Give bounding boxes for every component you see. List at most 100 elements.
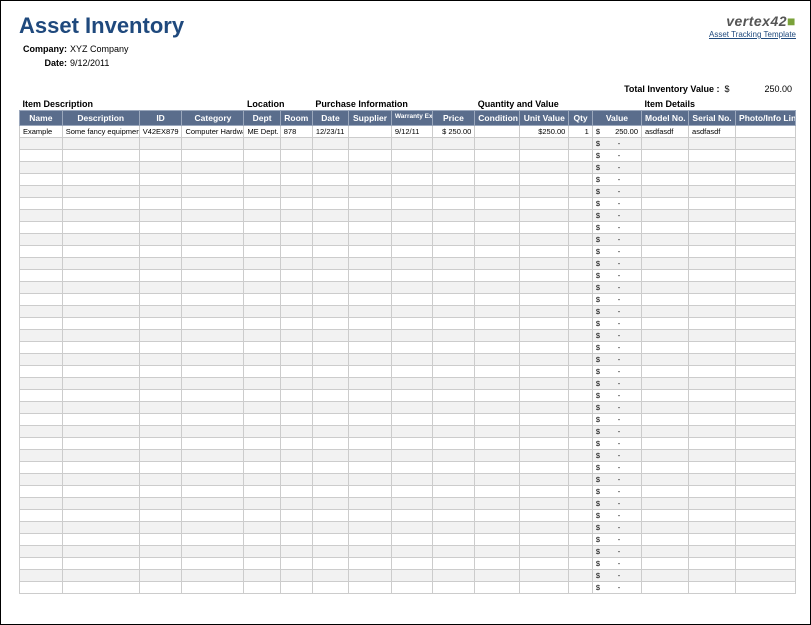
cell-supplier[interactable] bbox=[349, 533, 392, 545]
cell-supplier[interactable] bbox=[349, 209, 392, 221]
cell-price[interactable] bbox=[432, 317, 475, 329]
cell-name[interactable] bbox=[20, 149, 63, 161]
cell-price[interactable] bbox=[432, 209, 475, 221]
cell-warranty[interactable] bbox=[391, 281, 432, 293]
cell-price[interactable] bbox=[432, 353, 475, 365]
cell-condition[interactable] bbox=[475, 509, 520, 521]
cell-qty[interactable] bbox=[569, 281, 593, 293]
cell-value[interactable]: $- bbox=[592, 425, 641, 437]
cell-warranty[interactable] bbox=[391, 245, 432, 257]
cell-date[interactable] bbox=[312, 341, 348, 353]
table-row[interactable]: $- bbox=[20, 317, 796, 329]
cell-category[interactable] bbox=[182, 485, 244, 497]
cell-supplier[interactable] bbox=[349, 365, 392, 377]
cell-warranty[interactable] bbox=[391, 509, 432, 521]
table-row[interactable]: $- bbox=[20, 365, 796, 377]
cell-serial[interactable] bbox=[689, 557, 736, 569]
cell-serial[interactable] bbox=[689, 317, 736, 329]
cell-warranty[interactable] bbox=[391, 521, 432, 533]
cell-warranty[interactable] bbox=[391, 449, 432, 461]
cell-dept[interactable] bbox=[244, 353, 280, 365]
table-row[interactable]: $- bbox=[20, 473, 796, 485]
cell-price[interactable] bbox=[432, 485, 475, 497]
cell-model[interactable] bbox=[642, 197, 689, 209]
cell-unit_value[interactable] bbox=[520, 545, 569, 557]
cell-serial[interactable] bbox=[689, 185, 736, 197]
cell-serial[interactable] bbox=[689, 485, 736, 497]
cell-name[interactable] bbox=[20, 389, 63, 401]
cell-description[interactable] bbox=[62, 209, 139, 221]
cell-unit_value[interactable] bbox=[520, 281, 569, 293]
cell-date[interactable] bbox=[312, 377, 348, 389]
cell-warranty[interactable] bbox=[391, 197, 432, 209]
cell-category[interactable] bbox=[182, 497, 244, 509]
cell-description[interactable] bbox=[62, 557, 139, 569]
cell-name[interactable] bbox=[20, 353, 63, 365]
cell-link[interactable] bbox=[736, 269, 796, 281]
cell-warranty[interactable] bbox=[391, 233, 432, 245]
cell-description[interactable] bbox=[62, 365, 139, 377]
cell-description[interactable] bbox=[62, 377, 139, 389]
table-row[interactable]: $- bbox=[20, 281, 796, 293]
cell-category[interactable]: Computer Hardware bbox=[182, 125, 244, 137]
cell-qty[interactable] bbox=[569, 533, 593, 545]
cell-description[interactable] bbox=[62, 569, 139, 581]
cell-unit_value[interactable] bbox=[520, 569, 569, 581]
cell-condition[interactable] bbox=[475, 281, 520, 293]
cell-model[interactable] bbox=[642, 533, 689, 545]
cell-room[interactable] bbox=[280, 257, 312, 269]
cell-link[interactable] bbox=[736, 509, 796, 521]
cell-unit_value[interactable] bbox=[520, 365, 569, 377]
cell-date[interactable] bbox=[312, 485, 348, 497]
cell-description[interactable] bbox=[62, 473, 139, 485]
cell-serial[interactable] bbox=[689, 509, 736, 521]
cell-description[interactable] bbox=[62, 269, 139, 281]
cell-warranty[interactable] bbox=[391, 437, 432, 449]
cell-model[interactable] bbox=[642, 425, 689, 437]
cell-description[interactable] bbox=[62, 437, 139, 449]
cell-unit_value[interactable] bbox=[520, 581, 569, 593]
cell-name[interactable] bbox=[20, 305, 63, 317]
cell-condition[interactable] bbox=[475, 341, 520, 353]
cell-id[interactable] bbox=[139, 401, 182, 413]
cell-dept[interactable] bbox=[244, 485, 280, 497]
cell-link[interactable] bbox=[736, 149, 796, 161]
cell-qty[interactable] bbox=[569, 509, 593, 521]
cell-category[interactable] bbox=[182, 449, 244, 461]
table-row[interactable]: $- bbox=[20, 353, 796, 365]
cell-qty[interactable] bbox=[569, 365, 593, 377]
cell-model[interactable] bbox=[642, 161, 689, 173]
cell-id[interactable] bbox=[139, 149, 182, 161]
cell-qty[interactable] bbox=[569, 317, 593, 329]
cell-model[interactable] bbox=[642, 209, 689, 221]
cell-description[interactable] bbox=[62, 389, 139, 401]
cell-date[interactable] bbox=[312, 509, 348, 521]
cell-dept[interactable] bbox=[244, 221, 280, 233]
cell-link[interactable] bbox=[736, 497, 796, 509]
cell-date[interactable] bbox=[312, 293, 348, 305]
cell-room[interactable] bbox=[280, 341, 312, 353]
cell-supplier[interactable] bbox=[349, 305, 392, 317]
cell-dept[interactable] bbox=[244, 233, 280, 245]
table-row[interactable]: $- bbox=[20, 209, 796, 221]
cell-date[interactable] bbox=[312, 353, 348, 365]
cell-condition[interactable] bbox=[475, 413, 520, 425]
cell-warranty[interactable]: 9/12/11 bbox=[391, 125, 432, 137]
cell-description[interactable] bbox=[62, 245, 139, 257]
cell-link[interactable] bbox=[736, 473, 796, 485]
cell-date[interactable] bbox=[312, 413, 348, 425]
cell-supplier[interactable] bbox=[349, 281, 392, 293]
cell-model[interactable] bbox=[642, 185, 689, 197]
cell-model[interactable] bbox=[642, 137, 689, 149]
cell-id[interactable] bbox=[139, 377, 182, 389]
cell-name[interactable] bbox=[20, 521, 63, 533]
cell-condition[interactable] bbox=[475, 125, 520, 137]
cell-name[interactable] bbox=[20, 281, 63, 293]
cell-condition[interactable] bbox=[475, 197, 520, 209]
cell-serial[interactable] bbox=[689, 257, 736, 269]
cell-price[interactable] bbox=[432, 245, 475, 257]
cell-category[interactable] bbox=[182, 305, 244, 317]
cell-link[interactable] bbox=[736, 221, 796, 233]
cell-description[interactable] bbox=[62, 173, 139, 185]
cell-price[interactable] bbox=[432, 425, 475, 437]
